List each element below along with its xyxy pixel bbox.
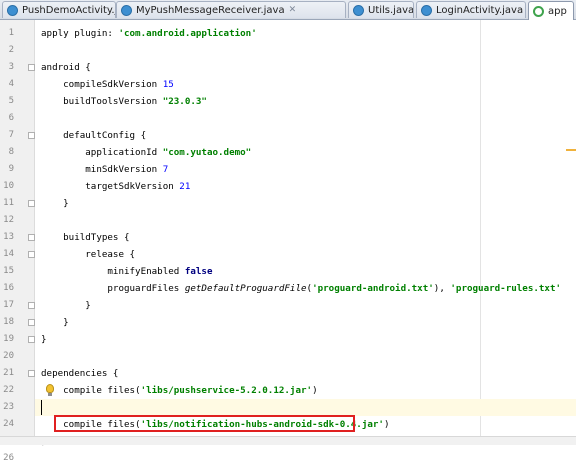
intention-bulb-base: [48, 393, 52, 396]
code-line[interactable]: 6: [0, 110, 576, 127]
code-line[interactable]: 1 apply plugin: 'com.android.application': [0, 25, 576, 42]
fold-marker-icon[interactable]: [28, 200, 35, 207]
code-line[interactable]: 18 }: [0, 314, 576, 331]
line-number: 21: [3, 368, 14, 378]
code-text[interactable]: minSdkVersion 7: [41, 161, 168, 178]
line-number: 15: [3, 266, 14, 276]
tab-mypushmessagereceiver-java[interactable]: MyPushMessageReceiver.java ✕: [116, 1, 346, 18]
code-text[interactable]: }: [41, 314, 69, 331]
line-number: 9: [8, 164, 14, 174]
code-line[interactable]: 12: [0, 212, 576, 229]
intention-bulb-icon[interactable]: [46, 384, 54, 393]
tab-utils-java[interactable]: Utils.java✕: [348, 1, 414, 18]
code-text[interactable]: buildToolsVersion "23.0.3": [41, 93, 207, 110]
fold-marker-icon[interactable]: [28, 251, 35, 258]
fold-marker-icon[interactable]: [28, 132, 35, 139]
line-number: 13: [3, 232, 14, 242]
line-number: 22: [3, 385, 14, 395]
line-number: 19: [3, 334, 14, 344]
code-line[interactable]: 2: [0, 42, 576, 59]
fold-marker-icon[interactable]: [28, 336, 35, 343]
line-number: 14: [3, 249, 14, 259]
code-line[interactable]: 20: [0, 348, 576, 365]
tab-label: LoginActivity.java: [436, 4, 524, 16]
java-class-icon: [421, 4, 432, 16]
line-number: 24: [3, 419, 14, 429]
code-line[interactable]: 5 buildToolsVersion "23.0.3": [0, 93, 576, 110]
code-text[interactable]: dependencies {: [41, 365, 118, 382]
fold-marker-icon[interactable]: [28, 64, 35, 71]
line-number: 5: [8, 96, 14, 106]
code-text[interactable]: }: [41, 331, 47, 348]
warning-stripe-marker[interactable]: [566, 149, 576, 151]
code-text[interactable]: targetSdkVersion 21: [41, 178, 190, 195]
code-line[interactable]: 19}: [0, 331, 576, 348]
tab-pushdemoactivity-java[interactable]: PushDemoActivity.java✕: [2, 1, 116, 18]
tab-label: Utils.java: [368, 4, 414, 16]
fold-marker-icon[interactable]: [28, 319, 35, 326]
code-text[interactable]: }: [41, 297, 91, 314]
tab-label: PushDemoActivity.java: [22, 4, 115, 16]
code-line[interactable]: 17 }: [0, 297, 576, 314]
code-text[interactable]: }: [41, 195, 69, 212]
line-number: 12: [3, 215, 14, 225]
code-line[interactable]: 8 applicationId "com.yutao.demo": [0, 144, 576, 161]
code-text[interactable]: proguardFiles getDefaultProguardFile('pr…: [41, 280, 561, 297]
editor-tab-bar: PushDemoActivity.java✕MyPushMessageRecei…: [0, 0, 576, 20]
code-text[interactable]: minifyEnabled false: [41, 263, 212, 280]
code-text[interactable]: buildTypes {: [41, 229, 129, 246]
code-text[interactable]: apply plugin: 'com.android.application': [41, 25, 257, 42]
code-text[interactable]: release {: [41, 246, 135, 263]
java-class-icon: [7, 4, 18, 16]
code-line[interactable]: 23: [0, 399, 576, 416]
line-number: 6: [8, 113, 14, 123]
code-text[interactable]: compileSdkVersion 15: [41, 76, 174, 93]
line-number: 23: [3, 402, 14, 412]
fold-marker-icon[interactable]: [28, 234, 35, 241]
code-text[interactable]: defaultConfig {: [41, 127, 146, 144]
code-text[interactable]: android {: [41, 59, 91, 76]
code-line[interactable]: 9 minSdkVersion 7: [0, 161, 576, 178]
red-highlight-box: [54, 415, 355, 432]
code-line[interactable]: 21 dependencies {: [0, 365, 576, 382]
tab-app[interactable]: app: [528, 1, 574, 20]
line-number: 11: [3, 198, 14, 208]
code-line[interactable]: 3 android {: [0, 59, 576, 76]
code-line[interactable]: 14 release {: [0, 246, 576, 263]
code-line[interactable]: 22 compile files('libs/pushservice-5.2.0…: [0, 382, 576, 399]
close-tab-icon[interactable]: ✕: [289, 5, 297, 15]
code-line[interactable]: 16 proguardFiles getDefaultProguardFile(…: [0, 280, 576, 297]
line-number: 2: [8, 45, 14, 55]
code-line[interactable]: 7 defaultConfig {: [0, 127, 576, 144]
line-number: 10: [3, 181, 14, 191]
java-class-icon: [353, 4, 364, 16]
code-line[interactable]: 11 }: [0, 195, 576, 212]
java-class-icon: [121, 4, 132, 16]
fold-marker-icon[interactable]: [28, 370, 35, 377]
line-number: 20: [3, 351, 14, 361]
code-line[interactable]: 26: [0, 450, 576, 467]
line-number: 17: [3, 300, 14, 310]
line-number: 3: [8, 62, 14, 72]
tab-label: app: [548, 5, 567, 17]
line-number: 4: [8, 79, 14, 89]
line-number: 16: [3, 283, 14, 293]
line-number: 7: [8, 130, 14, 140]
code-text[interactable]: applicationId "com.yutao.demo": [41, 144, 251, 161]
gradle-module-icon: [533, 5, 544, 17]
line-number: 18: [3, 317, 14, 327]
line-number: 8: [8, 147, 14, 157]
code-line[interactable]: 10 targetSdkVersion 21: [0, 178, 576, 195]
code-text[interactable]: compile files('libs/pushservice-5.2.0.12…: [41, 382, 317, 399]
line-number: 26: [3, 453, 14, 463]
code-line[interactable]: 13 buildTypes {: [0, 229, 576, 246]
code-line[interactable]: 4 compileSdkVersion 15: [0, 76, 576, 93]
code-line[interactable]: 15 minifyEnabled false: [0, 263, 576, 280]
tab-loginactivity-java[interactable]: LoginActivity.java✕: [416, 1, 526, 18]
line-number: 1: [8, 28, 14, 38]
fold-marker-icon[interactable]: [28, 302, 35, 309]
tab-label: MyPushMessageReceiver.java: [136, 4, 285, 16]
